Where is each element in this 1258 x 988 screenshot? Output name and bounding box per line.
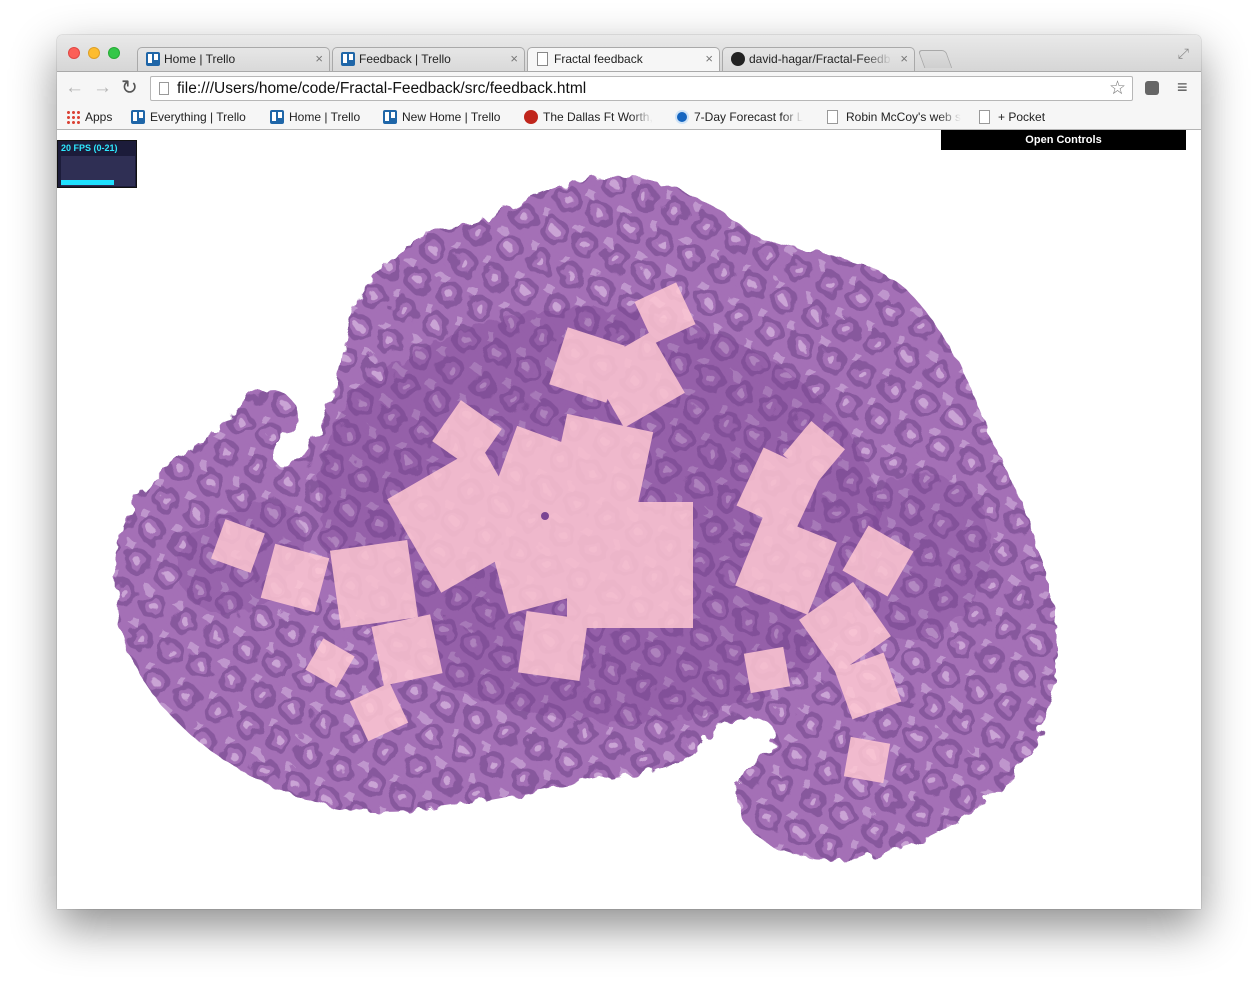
bookmark-home-trello[interactable]: Home | Trello <box>270 109 372 125</box>
page-icon <box>537 52 548 66</box>
tab-fractal-feedback[interactable]: Fractal feedback × <box>527 47 720 71</box>
fps-level-bar <box>61 180 114 185</box>
close-icon[interactable]: × <box>315 48 323 70</box>
browser-window: Home | Trello × Feedback | Trello × Frac… <box>57 35 1201 909</box>
minimize-window-button[interactable] <box>88 47 100 59</box>
bookmarks-bar: Apps Everything | Trello Home | Trello N… <box>57 105 1201 130</box>
star-icon[interactable]: ☆ <box>1109 77 1126 100</box>
close-icon[interactable]: × <box>900 48 908 70</box>
apps-icon <box>66 110 80 124</box>
bookmark-apps[interactable]: Apps <box>66 109 118 125</box>
tab-feedback-trello[interactable]: Feedback | Trello × <box>332 47 525 71</box>
reload-button[interactable]: ↻ <box>121 77 138 99</box>
github-icon <box>731 52 745 66</box>
fractal-center <box>541 512 549 520</box>
tab-label: Fractal feedback <box>554 52 643 66</box>
tab-label: Home | Trello <box>164 52 236 66</box>
bookmark-label: The Dallas Ft Worth, <box>543 110 653 124</box>
fullscreen-icon[interactable]: ⤢ <box>1178 45 1189 62</box>
bookmark-dallas[interactable]: The Dallas Ft Worth, <box>524 109 656 125</box>
noaa-icon <box>675 110 689 124</box>
toolbar: ← → ↻ file:///Users/home/code/Fractal-Fe… <box>57 71 1201 106</box>
page-icon <box>159 82 169 95</box>
back-button[interactable]: ← <box>65 77 84 99</box>
document-icon <box>979 110 990 124</box>
tab-label: Feedback | Trello <box>359 52 451 66</box>
fractal-canvas[interactable] <box>57 130 1201 909</box>
bookmark-label: + Pocket <box>998 110 1046 124</box>
bookmark-label: Apps <box>85 110 113 124</box>
bookmark-label: Everything | Trello <box>150 110 246 124</box>
title-bar: Home | Trello × Feedback | Trello × Frac… <box>57 35 1201 71</box>
trello-icon <box>270 110 284 124</box>
tab-github[interactable]: david-hagar/Fractal-Feedb × <box>722 47 915 71</box>
new-tab-button[interactable] <box>917 50 953 68</box>
url-text: file:///Users/home/code/Fractal-Feedback… <box>177 80 587 97</box>
zoom-window-button[interactable] <box>108 47 120 59</box>
dallas-icon <box>524 110 538 124</box>
bookmark-new-home-trello[interactable]: New Home | Trello <box>383 109 511 125</box>
bookmark-label: Home | Trello <box>289 110 361 124</box>
fps-label: 20 FPS (0-21) <box>61 143 118 153</box>
extension-icon[interactable] <box>1145 81 1159 95</box>
tab-home-trello[interactable]: Home | Trello × <box>137 47 330 71</box>
menu-icon[interactable]: ≡ <box>1177 77 1188 98</box>
bookmark-pocket[interactable]: + Pocket <box>979 109 1059 125</box>
forward-button[interactable]: → <box>93 77 112 99</box>
document-icon <box>827 110 838 124</box>
close-window-button[interactable] <box>68 47 80 59</box>
tab-label: david-hagar/Fractal-Feedb <box>749 52 891 66</box>
bookmark-label: 7-Day Forecast for L <box>694 110 804 124</box>
open-controls-button[interactable]: Open Controls <box>941 130 1186 150</box>
fps-meter[interactable]: 20 FPS (0-21) <box>57 140 137 188</box>
bookmark-label: New Home | Trello <box>402 110 501 124</box>
trello-icon <box>383 110 397 124</box>
bookmark-robin-mccoy[interactable]: Robin McCoy's web s <box>827 109 963 125</box>
close-icon[interactable]: × <box>510 48 518 70</box>
trello-icon <box>146 52 160 66</box>
bookmark-everything-trello[interactable]: Everything | Trello <box>131 109 257 125</box>
close-icon[interactable]: × <box>705 48 713 70</box>
address-bar[interactable]: file:///Users/home/code/Fractal-Feedback… <box>150 76 1133 101</box>
trello-icon <box>131 110 145 124</box>
bookmark-forecast[interactable]: 7-Day Forecast for L <box>675 109 811 125</box>
bookmark-label: Robin McCoy's web s <box>846 110 961 124</box>
page-content: 20 FPS (0-21) Open Controls <box>57 130 1201 909</box>
trello-icon <box>341 52 355 66</box>
